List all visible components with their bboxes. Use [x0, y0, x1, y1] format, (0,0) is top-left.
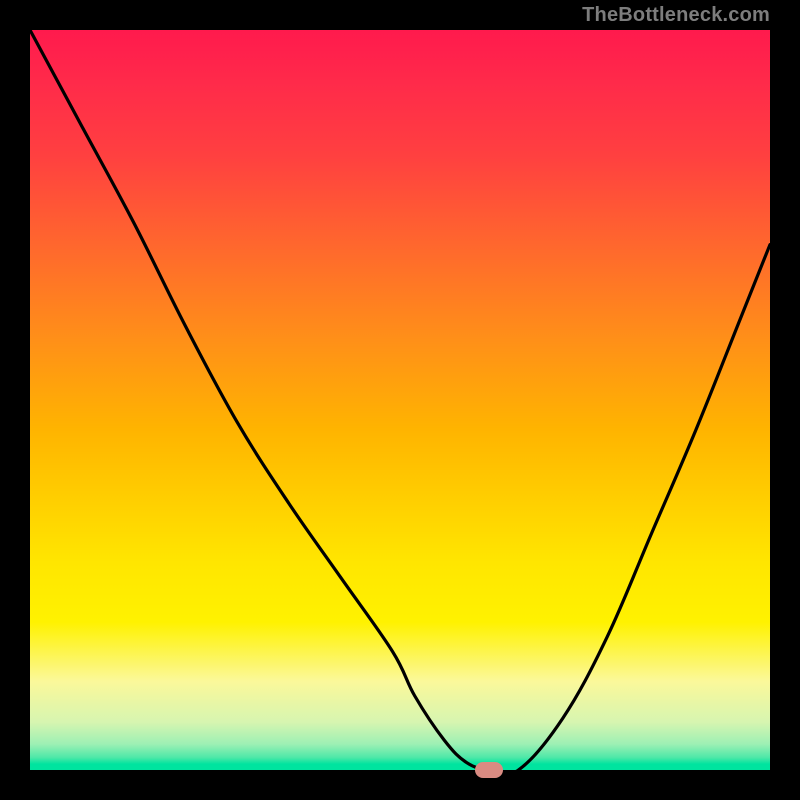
curve-path	[30, 30, 770, 770]
chart-stage: TheBottleneck.com	[0, 0, 800, 800]
optimum-marker	[475, 762, 503, 778]
watermark-text: TheBottleneck.com	[582, 4, 770, 27]
bottleneck-curve	[30, 30, 770, 770]
plot-area	[30, 30, 770, 770]
